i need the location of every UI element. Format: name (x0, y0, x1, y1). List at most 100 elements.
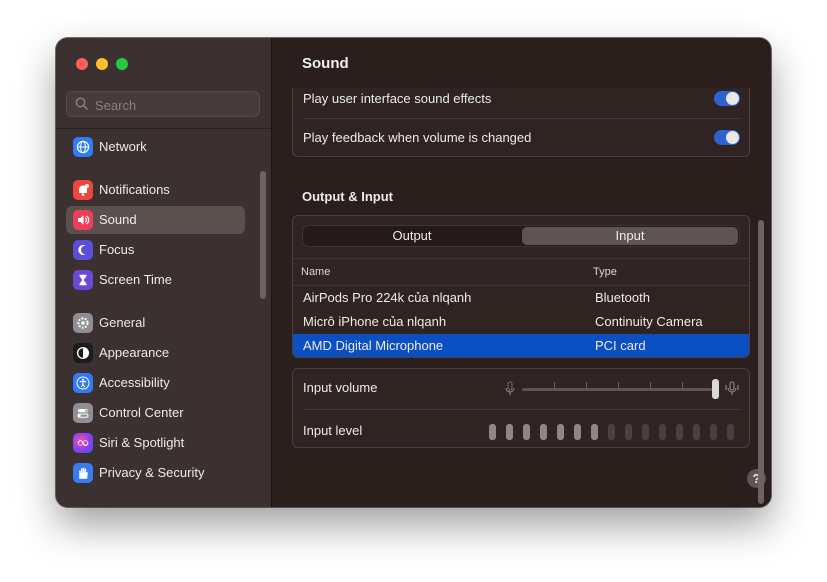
ui-sound-effects-toggle[interactable] (714, 91, 740, 106)
sidebar-item-label: Sound (99, 212, 137, 227)
table-row[interactable]: AMD Digital Microphone PCI card (293, 334, 749, 357)
input-level-bar (710, 424, 717, 440)
input-controls-card: Input volume Input level (292, 368, 750, 448)
section-heading: Output & Input (302, 189, 393, 204)
toggle-knob (726, 92, 739, 105)
slider-tick (650, 382, 651, 389)
device-type: Bluetooth (595, 290, 650, 305)
slider-tick (554, 382, 555, 389)
sidebar-item-control-center[interactable]: Control Center (66, 399, 245, 427)
sidebar-item-screen-time[interactable]: Screen Time (66, 266, 245, 294)
output-input-card: Output Input Name Type AirPods Pro 224k … (292, 215, 750, 358)
microphone-high-icon (725, 381, 739, 402)
sidebar-item-label: Network (99, 139, 147, 154)
settings-window: Network Notifications Sound Focus (56, 38, 771, 507)
gear-icon (73, 313, 93, 333)
input-level-bar (625, 424, 632, 440)
input-level-bar (608, 424, 615, 440)
sidebar-item-appearance[interactable]: Appearance (66, 339, 245, 367)
sidebar-divider (56, 128, 271, 129)
sidebar-item-label: Privacy & Security (99, 465, 205, 480)
sidebar-item-label: Accessibility (99, 375, 170, 390)
sidebar-item-label: Control Center (99, 405, 184, 420)
input-volume-slider[interactable] (522, 388, 712, 391)
moon-icon (73, 240, 93, 260)
devices-table-header: Name Type (293, 258, 749, 286)
search-input[interactable] (93, 95, 257, 115)
hand-icon (73, 463, 93, 483)
table-row[interactable]: Micrô iPhone của nlqanh Continuity Camer… (293, 310, 749, 334)
accessibility-icon (73, 373, 93, 393)
column-header-name[interactable]: Name (301, 266, 330, 278)
minimize-window-button[interactable] (96, 58, 108, 70)
device-name: Micrô iPhone của nlqanh (303, 314, 447, 329)
input-level-bar (591, 424, 598, 440)
notification-bell-icon (73, 180, 93, 200)
toggle-knob (726, 131, 739, 144)
input-level-bar (676, 424, 683, 440)
slider-tick (618, 382, 619, 389)
table-row[interactable]: AirPods Pro 224k của nlqanh Bluetooth (293, 286, 749, 310)
sound-effects-card: Play user interface sound effects Play f… (292, 88, 750, 157)
sidebar-item-label: Siri & Spotlight (99, 435, 185, 450)
device-name: AMD Digital Microphone (303, 338, 444, 353)
output-input-segmented-control: Output Input (302, 225, 740, 247)
sidebar-item-focus[interactable]: Focus (66, 236, 245, 264)
sidebar-item-label: General (99, 315, 146, 330)
control-center-icon (73, 403, 93, 423)
device-name: AirPods Pro 224k của nlqanh (303, 290, 472, 305)
sidebar-item-label: Appearance (99, 345, 170, 360)
input-level-bar (557, 424, 564, 440)
input-level-bar (540, 424, 547, 440)
sidebar-item-notifications[interactable]: Notifications (66, 176, 245, 204)
input-level-label: Input level (303, 423, 363, 438)
microphone-low-icon (504, 381, 516, 402)
setting-label: Play user interface sound effects (303, 91, 492, 106)
input-level-bar (506, 424, 513, 440)
page-title: Sound (302, 55, 349, 72)
input-volume-label: Input volume (303, 380, 378, 395)
titlebar: Sound (272, 38, 771, 90)
zoom-window-button[interactable] (116, 58, 128, 70)
device-type: Continuity Camera (595, 314, 703, 329)
tab-output[interactable]: Output (304, 227, 520, 245)
column-header-type[interactable]: Type (593, 266, 617, 278)
close-window-button[interactable] (76, 58, 88, 70)
volume-feedback-toggle[interactable] (714, 130, 740, 145)
appearance-icon (73, 343, 93, 363)
input-level-bar (574, 424, 581, 440)
sidebar-item-label: Notifications (99, 182, 170, 197)
main-scrollbar[interactable] (758, 220, 764, 504)
input-level-bar (523, 424, 530, 440)
sidebar-item-sound[interactable]: Sound (66, 206, 245, 234)
sidebar-item-siri-spotlight[interactable]: Siri & Spotlight (66, 429, 245, 457)
slider-tick (682, 382, 683, 389)
input-level-bar (489, 424, 496, 440)
sidebar-scrollbar[interactable] (260, 171, 266, 299)
hourglass-icon (73, 270, 93, 290)
search-field[interactable] (66, 91, 260, 117)
tab-input[interactable]: Input (522, 227, 738, 245)
sidebar-item-label: Focus (99, 242, 135, 257)
network-globe-icon (73, 137, 93, 157)
sidebar-item-privacy-security[interactable]: Privacy & Security (66, 459, 245, 487)
setting-label: Play feedback when volume is changed (303, 130, 532, 145)
siri-icon (73, 433, 93, 453)
sidebar-item-label: Screen Time (99, 272, 172, 287)
slider-tick (586, 382, 587, 389)
input-volume-slider-thumb[interactable] (712, 379, 719, 399)
sidebar-item-network[interactable]: Network (66, 133, 245, 161)
input-level-bar (642, 424, 649, 440)
row-divider (303, 118, 741, 119)
input-level-bar (727, 424, 734, 440)
row-divider (303, 409, 741, 410)
speaker-icon (73, 210, 93, 230)
device-type: PCI card (595, 338, 646, 353)
search-icon (75, 97, 88, 115)
sidebar-item-accessibility[interactable]: Accessibility (66, 369, 245, 397)
main-pane: Sound Play user interface sound effects … (272, 38, 771, 507)
input-level-bar (693, 424, 700, 440)
sidebar-item-general[interactable]: General (66, 309, 245, 337)
input-level-bar (659, 424, 666, 440)
sidebar: Network Notifications Sound Focus (56, 38, 272, 507)
